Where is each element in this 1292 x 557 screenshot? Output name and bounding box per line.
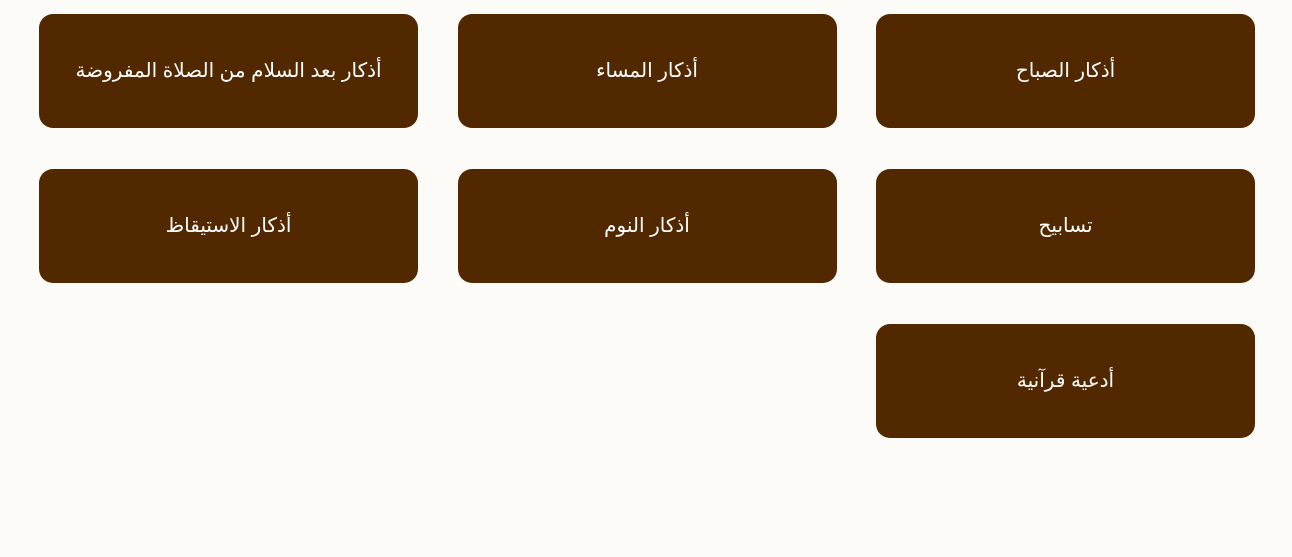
adhkar-category-grid: أذكار الصباح أذكار المساء أذكار بعد السل… <box>39 14 1255 438</box>
card-label: تسابيح <box>1038 214 1093 237</box>
card-label: أذكار النوم <box>604 214 690 237</box>
card-morning-adhkar[interactable]: أذكار الصباح <box>876 14 1255 128</box>
card-tasabeeh[interactable]: تسابيح <box>876 169 1255 283</box>
card-waking-adhkar[interactable]: أذكار الاستيقاظ <box>39 169 418 283</box>
card-label: أدعية قرآنية <box>1016 369 1115 392</box>
card-after-prayer-adhkar[interactable]: أذكار بعد السلام من الصلاة المفروضة <box>39 14 418 128</box>
card-quranic-duas[interactable]: أدعية قرآنية <box>876 324 1255 438</box>
card-sleep-adhkar[interactable]: أذكار النوم <box>457 169 837 283</box>
card-label: أذكار المساء <box>596 59 698 82</box>
card-label: أذكار الصباح <box>1015 59 1116 82</box>
card-label: أذكار الاستيقاظ <box>165 214 292 237</box>
card-evening-adhkar[interactable]: أذكار المساء <box>457 14 837 128</box>
card-label: أذكار بعد السلام من الصلاة المفروضة <box>75 59 382 82</box>
